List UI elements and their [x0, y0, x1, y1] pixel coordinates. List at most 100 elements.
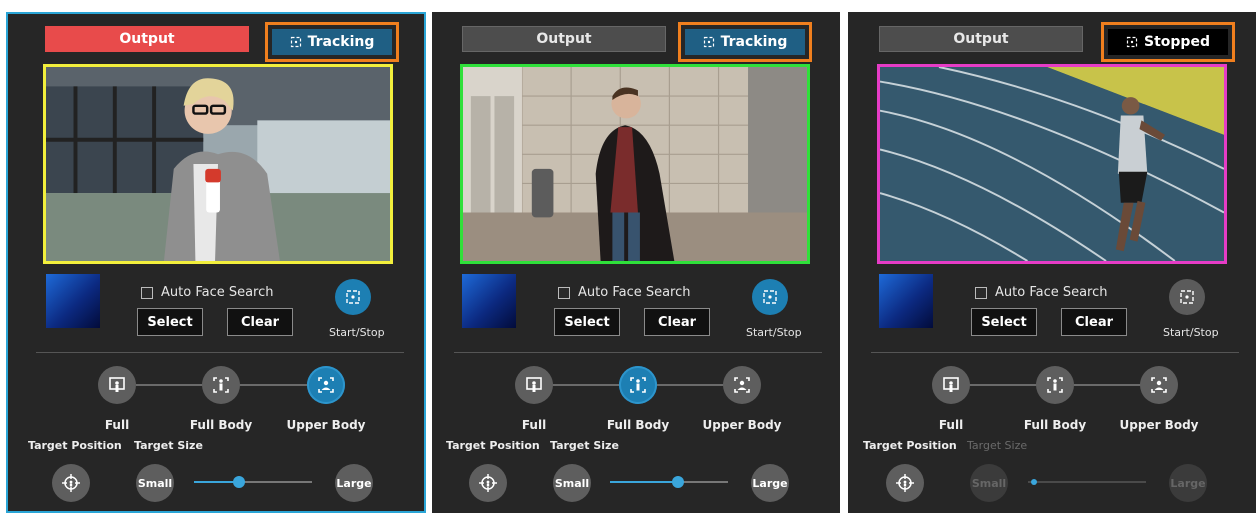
- start-stop-button[interactable]: [335, 279, 371, 315]
- mode-full-label: Full: [938, 418, 964, 432]
- target-position-label: Target Position: [28, 439, 122, 452]
- divider: [871, 352, 1239, 353]
- upper-body-icon: [734, 377, 750, 393]
- target-position-button[interactable]: [886, 464, 924, 502]
- camera-preview-2[interactable]: [460, 64, 810, 264]
- target-size-slider[interactable]: [194, 476, 312, 488]
- size-small-button: Small: [970, 464, 1008, 502]
- start-stop-button[interactable]: [1169, 279, 1205, 315]
- mode-upper-body-button[interactable]: [307, 366, 345, 404]
- crosshair-icon: [1180, 290, 1194, 304]
- tracking-button[interactable]: Tracking: [685, 29, 805, 55]
- camera-preview-1[interactable]: [43, 64, 393, 264]
- target-position-icon: [62, 474, 80, 492]
- target-size-slider: [1028, 479, 1146, 485]
- divider: [36, 352, 404, 353]
- select-button[interactable]: Select: [554, 308, 620, 336]
- mode-full-body-label: Full Body: [1023, 418, 1087, 432]
- full-body-icon: [630, 377, 646, 393]
- mode-upper-body-label: Upper Body: [286, 418, 366, 432]
- camera-panel-2[interactable]: Output Tracking Auto Face Search Select …: [432, 12, 840, 513]
- mode-full-body-button[interactable]: [619, 366, 657, 404]
- clear-button[interactable]: Clear: [644, 308, 710, 336]
- full-frame-icon: [526, 377, 542, 392]
- crosshair-icon: [763, 290, 777, 304]
- upper-body-icon: [318, 377, 334, 393]
- full-frame-icon: [943, 377, 959, 392]
- clear-button[interactable]: Clear: [1061, 308, 1127, 336]
- start-stop-label: Start/Stop: [329, 326, 385, 339]
- target-size-slider[interactable]: [610, 476, 728, 488]
- select-button[interactable]: Select: [971, 308, 1037, 336]
- divider: [454, 352, 822, 353]
- mode-upper-body-button[interactable]: [723, 366, 761, 404]
- start-stop-label: Start/Stop: [746, 326, 802, 339]
- target-position-icon: [896, 474, 914, 492]
- start-stop-button[interactable]: [752, 279, 788, 315]
- slider-knob[interactable]: [672, 476, 685, 488]
- crosshair-icon: [346, 290, 360, 304]
- auto-face-search-checkbox[interactable]: [975, 286, 987, 299]
- auto-face-search-checkbox[interactable]: [141, 286, 153, 299]
- mode-full-body-button[interactable]: [1036, 366, 1074, 404]
- target-position-icon: [479, 474, 497, 492]
- auto-face-search-label: Auto Face Search: [578, 285, 691, 300]
- face-thumbnail: [879, 274, 933, 328]
- mode-full-label: Full: [521, 418, 547, 432]
- camera-preview-3[interactable]: [877, 64, 1227, 264]
- slider-knob: [1030, 479, 1037, 485]
- tracking-highlight: Stopped: [1101, 22, 1235, 62]
- size-large-button: Large: [1169, 464, 1207, 502]
- auto-face-search-row[interactable]: Auto Face Search: [975, 285, 1108, 300]
- camera-tracking-stage: Output Tracking Auto Face Search Select …: [0, 0, 1256, 513]
- mode-full-button[interactable]: [98, 366, 136, 404]
- size-large-button[interactable]: Large: [335, 464, 373, 502]
- full-body-icon: [213, 377, 229, 393]
- slider-fill: [610, 481, 679, 483]
- upper-body-icon: [1151, 377, 1167, 393]
- target-size-label: Target Size: [967, 439, 1028, 452]
- tracking-status-label: Stopped: [1144, 34, 1210, 50]
- mode-full-body-button[interactable]: [202, 366, 240, 404]
- mode-full-button[interactable]: [515, 366, 553, 404]
- auto-face-search-label: Auto Face Search: [161, 285, 274, 300]
- face-thumbnail: [462, 274, 516, 328]
- auto-face-search-label: Auto Face Search: [995, 285, 1108, 300]
- target-size-label: Target Size: [134, 439, 203, 452]
- clear-button[interactable]: Clear: [227, 308, 293, 336]
- preview-image: [463, 67, 807, 261]
- tracking-button[interactable]: Stopped: [1108, 29, 1228, 55]
- auto-face-search-row[interactable]: Auto Face Search: [558, 285, 691, 300]
- tracking-icon: [1126, 36, 1138, 48]
- size-large-button[interactable]: Large: [751, 464, 789, 502]
- auto-face-search-checkbox[interactable]: [558, 286, 570, 299]
- tracking-button[interactable]: Tracking: [272, 29, 392, 55]
- camera-panel-1[interactable]: Output Tracking Auto Face Search Select …: [6, 12, 426, 513]
- tracking-icon: [290, 36, 301, 48]
- target-position-label: Target Position: [446, 439, 540, 452]
- mode-upper-body-button[interactable]: [1140, 366, 1178, 404]
- mode-upper-body-label: Upper Body: [1119, 418, 1199, 432]
- preview-image: [880, 67, 1224, 261]
- auto-face-search-row[interactable]: Auto Face Search: [141, 285, 274, 300]
- mode-full-body-label: Full Body: [606, 418, 670, 432]
- output-button[interactable]: Output: [462, 26, 666, 52]
- output-button[interactable]: Output: [45, 26, 249, 52]
- mode-full-button[interactable]: [932, 366, 970, 404]
- camera-panel-3[interactable]: Output Stopped Auto Face Search Select C…: [848, 12, 1256, 513]
- tracking-highlight: Tracking: [265, 22, 399, 62]
- target-position-button[interactable]: [52, 464, 90, 502]
- full-body-icon: [1047, 377, 1063, 393]
- slider-knob[interactable]: [232, 476, 245, 488]
- preview-image: [46, 67, 390, 261]
- mode-full-body-label: Full Body: [189, 418, 253, 432]
- size-small-button[interactable]: Small: [553, 464, 591, 502]
- tracking-highlight: Tracking: [678, 22, 812, 62]
- full-frame-icon: [109, 377, 125, 392]
- size-small-button[interactable]: Small: [136, 464, 174, 502]
- start-stop-label: Start/Stop: [1163, 326, 1219, 339]
- target-position-button[interactable]: [469, 464, 507, 502]
- tracking-status-label: Tracking: [307, 34, 375, 50]
- select-button[interactable]: Select: [137, 308, 203, 336]
- output-button[interactable]: Output: [879, 26, 1083, 52]
